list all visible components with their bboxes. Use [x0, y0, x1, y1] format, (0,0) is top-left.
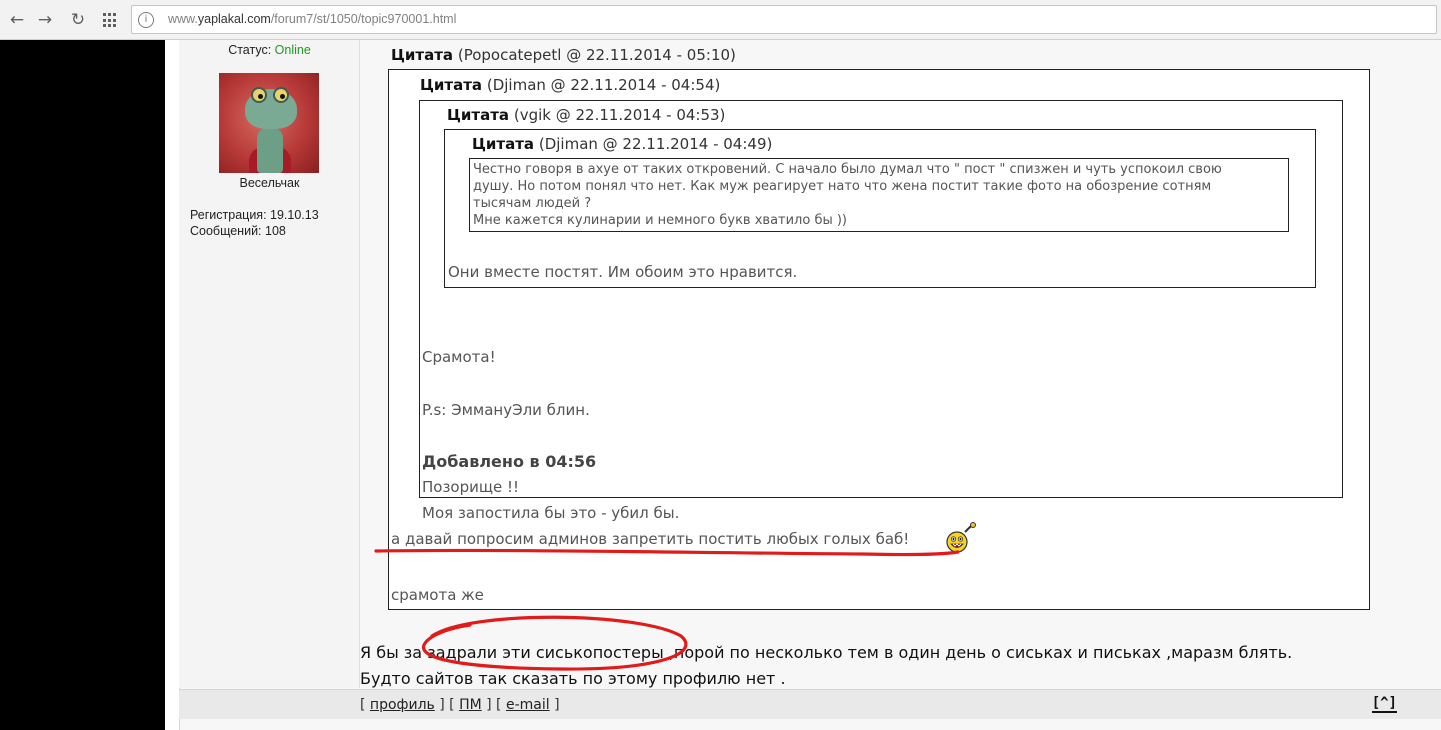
email-link[interactable]: e-mail: [506, 697, 550, 713]
message-count: Сообщений: 108: [190, 224, 286, 238]
user-status: Статус: Online: [228, 43, 311, 57]
back-arrow-icon[interactable]: ←: [5, 8, 29, 32]
quote-4-text: Честно говоря в ахуе от таких откровений…: [473, 162, 1222, 228]
quote-block-2: Цитата (vgik @ 22.11.2014 - 04:53) Цитат…: [419, 100, 1343, 522]
apps-grid-icon[interactable]: [103, 13, 118, 28]
reload-icon[interactable]: ↻: [66, 8, 90, 32]
url-text[interactable]: www.yaplakal.com/forum7/st/1050/topic970…: [168, 12, 456, 26]
profile-link[interactable]: профиль: [370, 697, 435, 713]
quote-2-line: Позорище !!: [422, 478, 520, 496]
browser-toolbar: ← → ↻ i www.yaplakal.com/forum7/st/1050/…: [0, 0, 1441, 40]
quote-1-line: а давай попросим админов запретить пости…: [391, 530, 910, 548]
forum-area: Статус: Online Весельчак Регистрация: 19…: [165, 40, 1441, 730]
post-line: Я бы за задрали эти сиськопостеры ,порой…: [360, 643, 1293, 662]
quote-block-3: Цитата (Djiman @ 22.11.2014 - 04:49) Чес…: [444, 129, 1316, 288]
quote-header-3: Цитата (vgik @ 22.11.2014 - 04:53): [447, 106, 726, 124]
user-rank: Весельчак: [239, 176, 300, 190]
footer-links: [ профиль ] [ ПМ ] [ e-mail ]: [360, 697, 560, 713]
quote-2-line: Срамота!: [422, 348, 496, 366]
scroll-top-button[interactable]: [^]: [1371, 695, 1397, 713]
user-sidebar: Статус: Online Весельчак Регистрация: 19…: [179, 40, 360, 688]
address-bar[interactable]: i www.yaplakal.com/forum7/st/1050/topic9…: [131, 5, 1437, 34]
quote-header-1: Цитата (Popocatepetl @ 22.11.2014 - 05:1…: [391, 46, 736, 64]
page-info-icon[interactable]: i: [138, 12, 154, 28]
quote-2-line: Моя запостила бы это - убил бы.: [422, 504, 680, 522]
quote-block-4: Честно говоря в ахуе от таких откровений…: [469, 158, 1289, 232]
online-status-badge: Online: [274, 43, 311, 57]
quote-3-reply: Они вместе постят. Им обоим это нравится…: [448, 263, 798, 281]
post-body: Я бы за задрали эти сиськопостеры ,порой…: [360, 640, 1292, 692]
quote-block-1: Цитата (Djiman @ 22.11.2014 - 04:54) Цит…: [388, 69, 1370, 610]
quote-1-line: срамота же: [391, 586, 484, 604]
avatar[interactable]: [219, 73, 319, 173]
quote-header-2: Цитата (Djiman @ 22.11.2014 - 04:54): [420, 76, 721, 94]
added-at-label: Добавлено в 04:56: [422, 452, 597, 471]
quote-header-4: Цитата (Djiman @ 22.11.2014 - 04:49): [472, 135, 773, 153]
left-margin-area: [0, 40, 165, 730]
pm-link[interactable]: ПМ: [459, 697, 482, 713]
smiley-icon: [946, 522, 976, 553]
post-footer: [ профиль ] [ ПМ ] [ e-mail ] [^]: [179, 689, 1441, 719]
registration-date: Регистрация: 19.10.13: [190, 208, 319, 222]
user-info: Регистрация: 19.10.13 Сообщений: 108: [190, 207, 319, 239]
quote-2-line: P.s: ЭммануЭли блин.: [422, 401, 590, 419]
forward-arrow-icon[interactable]: →: [33, 8, 57, 32]
